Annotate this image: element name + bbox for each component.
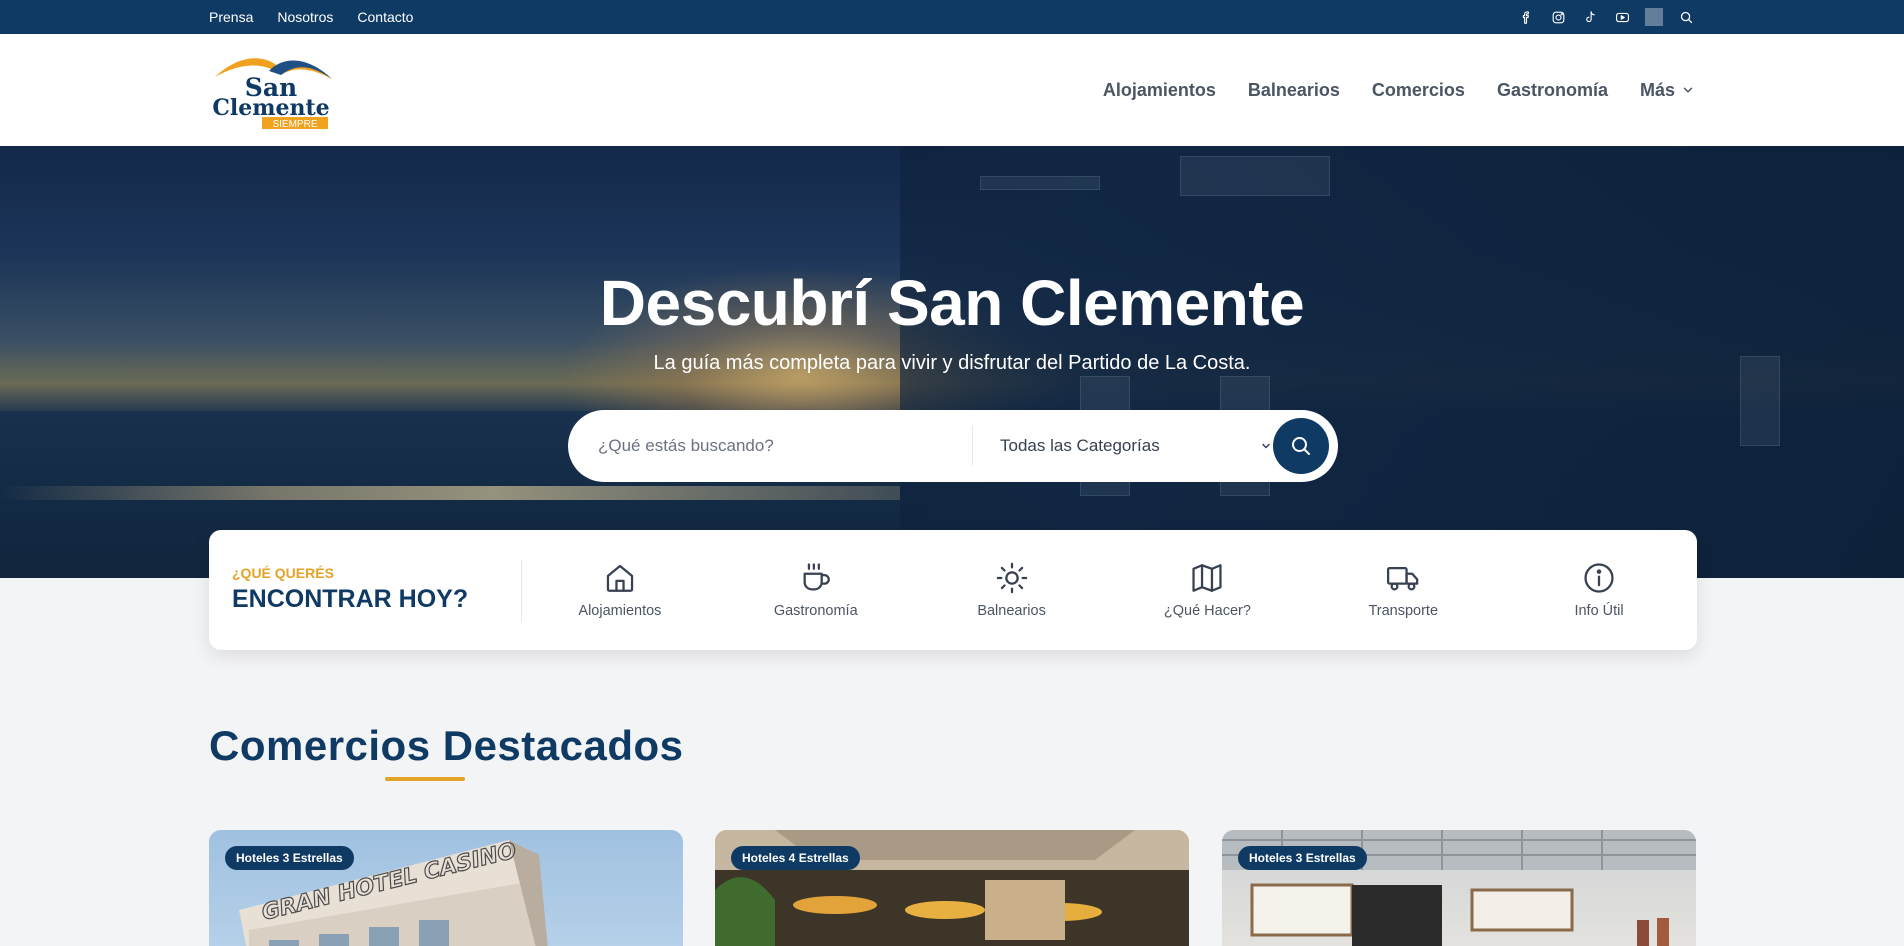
search-button[interactable] — [1273, 418, 1329, 474]
tiktok-icon[interactable] — [1581, 8, 1599, 26]
category-badge: Hoteles 4 Estrellas — [731, 846, 860, 870]
logo-tag: SIEMPRE — [272, 119, 317, 129]
featured-card[interactable]: GRAN HOTEL CASINO Hoteles 3 Estrellas — [209, 830, 683, 946]
youtube-icon[interactable] — [1613, 8, 1631, 26]
chevron-down-icon — [1262, 443, 1270, 449]
featured-underline — [385, 777, 465, 781]
category-label: Transporte — [1368, 603, 1439, 619]
category-label: Gastronomía — [773, 603, 858, 619]
category-alojamientos[interactable]: Alojamientos — [522, 530, 718, 650]
category-badge: Hoteles 3 Estrellas — [1238, 846, 1367, 870]
category-balnearios[interactable]: Balnearios — [914, 530, 1110, 650]
category-info-util[interactable]: Info Útil — [1501, 530, 1697, 650]
search-icon — [1292, 437, 1310, 455]
nav-alojamientos[interactable]: Alojamientos — [1103, 80, 1216, 101]
hero-title: Descubrí San Clemente — [599, 267, 1305, 339]
map-icon — [1192, 564, 1222, 592]
category-label: Balnearios — [977, 603, 1046, 619]
social-links — [1517, 0, 1695, 34]
quick-categories-panel: ¿QUÉ QUERÉS ENCONTRAR HOY? Alojamientos … — [209, 530, 1697, 650]
surf-highlight — [0, 486, 900, 500]
info-icon — [1584, 563, 1614, 593]
search-divider — [972, 426, 973, 466]
truck-icon — [1387, 566, 1419, 591]
site-header: San Clemente SIEMPRE Alojamientos Balnea… — [0, 34, 1904, 146]
quick-heading: ENCONTRAR HOY? — [232, 585, 469, 613]
featured-card[interactable]: Hoteles 4 Estrellas — [715, 830, 1189, 946]
category-label: Alojamientos — [578, 603, 662, 619]
main-nav: Alojamientos Balnearios Comercios Gastro… — [1103, 34, 1695, 146]
top-link-nosotros[interactable]: Nosotros — [277, 9, 333, 25]
category-select-value: Todas las Categorías — [1000, 436, 1160, 455]
nav-comercios[interactable]: Comercios — [1372, 80, 1465, 101]
quick-category-list: Alojamientos Gastronomía Balnearios ¿Qué… — [522, 530, 1697, 650]
category-gastronomia[interactable]: Gastronomía — [718, 530, 914, 650]
category-transporte[interactable]: Transporte — [1305, 530, 1501, 650]
top-links: Prensa Nosotros Contacto — [209, 0, 413, 34]
featured-title: Comercios Destacados — [209, 722, 684, 769]
facebook-icon[interactable] — [1517, 8, 1535, 26]
category-que-hacer[interactable]: ¿Qué Hacer? — [1109, 530, 1305, 650]
nav-mas[interactable]: Más — [1640, 80, 1695, 101]
category-label: ¿Qué Hacer? — [1163, 603, 1251, 619]
category-badge: Hoteles 3 Estrellas — [225, 846, 354, 870]
top-bar: Prensa Nosotros Contacto — [0, 0, 1904, 34]
top-link-prensa[interactable]: Prensa — [209, 9, 253, 25]
hero-subtitle: La guía más completa para vivir y disfru… — [653, 352, 1251, 374]
instagram-icon[interactable] — [1549, 8, 1567, 26]
site-logo[interactable]: San Clemente SIEMPRE — [209, 49, 334, 129]
featured-card[interactable]: Hoteles 3 Estrellas — [1222, 830, 1696, 946]
nav-balnearios[interactable]: Balnearios — [1248, 80, 1340, 101]
nav-mas-label: Más — [1639, 79, 1675, 100]
search-input[interactable] — [598, 430, 958, 462]
search-icon[interactable] — [1677, 8, 1695, 26]
top-link-contacto[interactable]: Contacto — [357, 9, 413, 25]
coffee-cup-icon — [803, 563, 830, 591]
topbar-divider — [1645, 8, 1663, 26]
home-icon — [606, 564, 634, 592]
sun-icon — [996, 562, 1027, 594]
category-label: Info Útil — [1574, 603, 1624, 619]
nav-gastronomia[interactable]: Gastronomía — [1497, 80, 1608, 101]
hero-section: Descubrí San Clemente La guía más comple… — [0, 146, 1904, 578]
chevron-down-icon — [1683, 87, 1693, 93]
category-select[interactable]: Todas las Categorías — [1000, 430, 1280, 462]
quick-eyebrow: ¿QUÉ QUERÉS — [232, 565, 334, 581]
search-bar: Todas las Categorías — [568, 410, 1338, 482]
